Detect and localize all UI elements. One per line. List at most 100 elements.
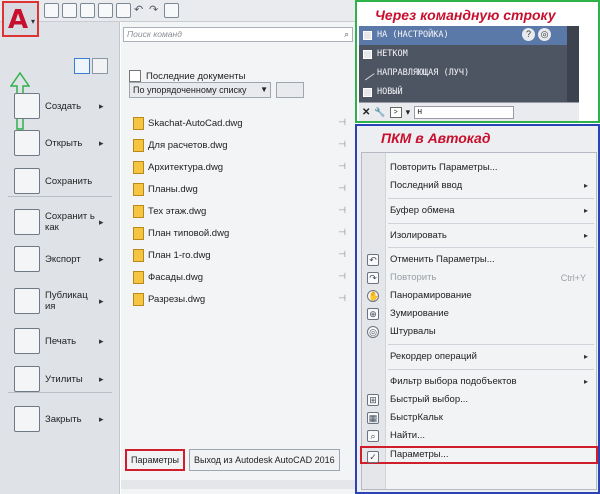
exit-autocad-button[interactable]: Выход из Autodesk AutoCAD 2016 [188, 449, 340, 471]
print-icon[interactable] [116, 3, 131, 18]
view-mode-select[interactable] [276, 82, 304, 98]
globe-icon[interactable]: ◎ [538, 28, 551, 41]
redo-icon[interactable]: ↷ [149, 3, 161, 18]
save-as-icon[interactable] [98, 3, 113, 18]
undo-icon[interactable]: ↶ [134, 3, 146, 18]
application-menu-button[interactable]: A ▾ [2, 1, 39, 37]
recent-file-item[interactable]: Skachat-AutoCad.dwg ⊣ [133, 114, 348, 132]
undo-icon: ↶ [367, 254, 379, 266]
command-suggestion-label: НАПРАВЛЯЮЩАЯ (ЛУЧ) [377, 68, 470, 78]
wrench-icon[interactable]: 🔧 [374, 107, 385, 118]
workspace-icon[interactable] [164, 3, 179, 18]
shortcut-label: Ctrl+Y [560, 273, 586, 283]
options-button[interactable]: Параметры [125, 449, 185, 471]
context-menu-item-label: Повторить Параметры... [390, 162, 498, 173]
app-menu-item[interactable]: Создать ▸ [0, 87, 120, 125]
context-menu-caption: ПКМ в Автокад [381, 130, 491, 146]
context-menu-item[interactable]: ↶ Отменить Параметры... [362, 251, 596, 269]
new-icon[interactable] [44, 3, 59, 18]
context-menu-item[interactable]: ✓ Параметры... [360, 446, 598, 464]
context-menu-item-label: БыстрКальк [390, 412, 443, 423]
app-menu-item[interactable]: Сохранит ь как ▸ [0, 203, 120, 241]
app-menu-item-label: Печать [45, 335, 77, 347]
dwg-file-icon [133, 138, 144, 152]
close-icon[interactable]: ✕ [362, 107, 370, 118]
submenu-arrow-icon: ▸ [99, 413, 104, 424]
open-docs-icon[interactable] [92, 58, 108, 74]
app-menu-item[interactable]: Открыть ▸ [0, 124, 120, 162]
submenu-arrow-icon: ▸ [99, 295, 104, 306]
pin-icon[interactable]: ⊣ [338, 271, 346, 282]
open-icon[interactable] [62, 3, 77, 18]
search-commands-input[interactable]: Поиск команд ⌕ [123, 27, 353, 42]
submenu-arrow-icon: ▸ [99, 137, 104, 148]
context-menu-item[interactable]: Последний ввод ▸ [362, 177, 596, 195]
context-menu-item[interactable]: ▦ БыстрКальк [362, 409, 596, 427]
command-suggestion[interactable]: НАПРАВЛЯЮЩАЯ (ЛУЧ) [359, 64, 567, 83]
command-line-frame: Через командную строку НА (НАСТРОЙКА) НЕТ… [355, 0, 600, 123]
app-menu-item[interactable]: Закрыть ▸ [0, 400, 120, 438]
dwg-file-icon [133, 248, 144, 262]
context-menu-item[interactable]: Повторить Параметры... [362, 159, 596, 177]
recent-file-name: Фасады.dwg [148, 271, 203, 283]
context-menu-item[interactable]: ◎ Штурвалы [362, 323, 596, 341]
context-menu-item-label: Буфер обмена [390, 205, 455, 216]
recent-docs-icon[interactable] [74, 58, 90, 74]
chevron-down-icon: ▾ [30, 17, 35, 26]
command-suggestion[interactable]: НЕТКОМ [359, 45, 567, 64]
recent-file-item[interactable]: Тех этаж.dwg ⊣ [133, 202, 348, 220]
pin-icon[interactable]: ⊣ [338, 227, 346, 238]
horizontal-scrollbar[interactable] [121, 480, 355, 489]
app-menu-item[interactable]: Печать ▸ [0, 322, 120, 360]
recent-file-name: План 1-го.dwg [148, 249, 211, 261]
command-scrollbar[interactable] [567, 26, 579, 102]
context-menu-item-label: Последний ввод [390, 180, 463, 191]
menu-item-icon [14, 168, 40, 194]
help-icon[interactable]: ? [522, 28, 535, 41]
pin-icon[interactable]: ⊣ [338, 249, 346, 260]
recent-file-item[interactable]: План типовой.dwg ⊣ [133, 224, 348, 242]
command-prompt-icon: > [389, 106, 402, 118]
context-menu-item[interactable]: Фильтр выбора подобъектов ▸ [362, 373, 596, 391]
pin-icon[interactable]: ⊣ [338, 205, 346, 216]
dwg-file-icon [133, 182, 144, 196]
sort-order-select[interactable]: По упорядоченному списку ▼ [129, 82, 271, 98]
command-input-field[interactable]: н [414, 105, 515, 119]
recent-file-item[interactable]: Фасады.dwg ⊣ [133, 268, 348, 286]
recent-file-item[interactable]: Для расчетов.dwg ⊣ [133, 136, 348, 154]
context-menu-item[interactable]: ↷ Повторить Ctrl+Y [362, 269, 596, 287]
quick-access-icons: ↶ ↷ [44, 3, 179, 18]
pin-icon[interactable]: ⊣ [338, 117, 346, 128]
submenu-arrow-icon: ▸ [99, 373, 104, 384]
pin-icon[interactable]: ⊣ [338, 139, 346, 150]
chevron-down-icon[interactable]: ▾ [406, 107, 411, 118]
context-menu-item[interactable]: ⊕ Зумирование [362, 305, 596, 323]
recent-file-item[interactable]: Разрезы.dwg ⊣ [133, 290, 348, 308]
context-menu-item[interactable]: ✋ Панорамирование [362, 287, 596, 305]
context-menu-item-label: Панорамирование [390, 290, 472, 301]
context-menu-item-label: Фильтр выбора подобъектов [390, 376, 517, 387]
context-menu-item[interactable]: Рекордер операций ▸ [362, 348, 596, 366]
context-menu-item-label: Быстрый выбор... [390, 394, 469, 405]
search-icon: ⌕ [344, 29, 349, 39]
context-menu-item[interactable]: ⌕ Найти... [362, 427, 596, 445]
pin-icon[interactable]: ⊣ [338, 293, 346, 304]
autocad-logo-icon: A [8, 5, 29, 35]
command-suggestion[interactable]: НОВЫЙ [359, 83, 567, 102]
recent-file-item[interactable]: Планы.dwg ⊣ [133, 180, 348, 198]
recent-file-item[interactable]: Архитектура.dwg ⊣ [133, 158, 348, 176]
pin-icon[interactable]: ⊣ [338, 183, 346, 194]
context-menu-item[interactable]: Буфер обмена ▸ [362, 202, 596, 220]
recent-file-item[interactable]: План 1-го.dwg ⊣ [133, 246, 348, 264]
context-menu-item-label: Рекордер операций [390, 351, 477, 362]
chevron-down-icon: ▼ [260, 85, 268, 94]
save-icon[interactable] [80, 3, 95, 18]
app-menu-item[interactable]: Публикац ия ▸ [0, 282, 120, 320]
context-menu-item[interactable]: ⊞ Быстрый выбор... [362, 391, 596, 409]
app-menu-item[interactable]: Экспорт ▸ [0, 240, 120, 278]
menu-item-icon [14, 130, 40, 156]
recent-file-name: Разрезы.dwg [148, 293, 206, 305]
pin-icon[interactable]: ⊣ [338, 161, 346, 172]
context-menu-item[interactable]: Изолировать ▸ [362, 227, 596, 245]
app-menu-item[interactable]: Сохранить [0, 162, 120, 200]
